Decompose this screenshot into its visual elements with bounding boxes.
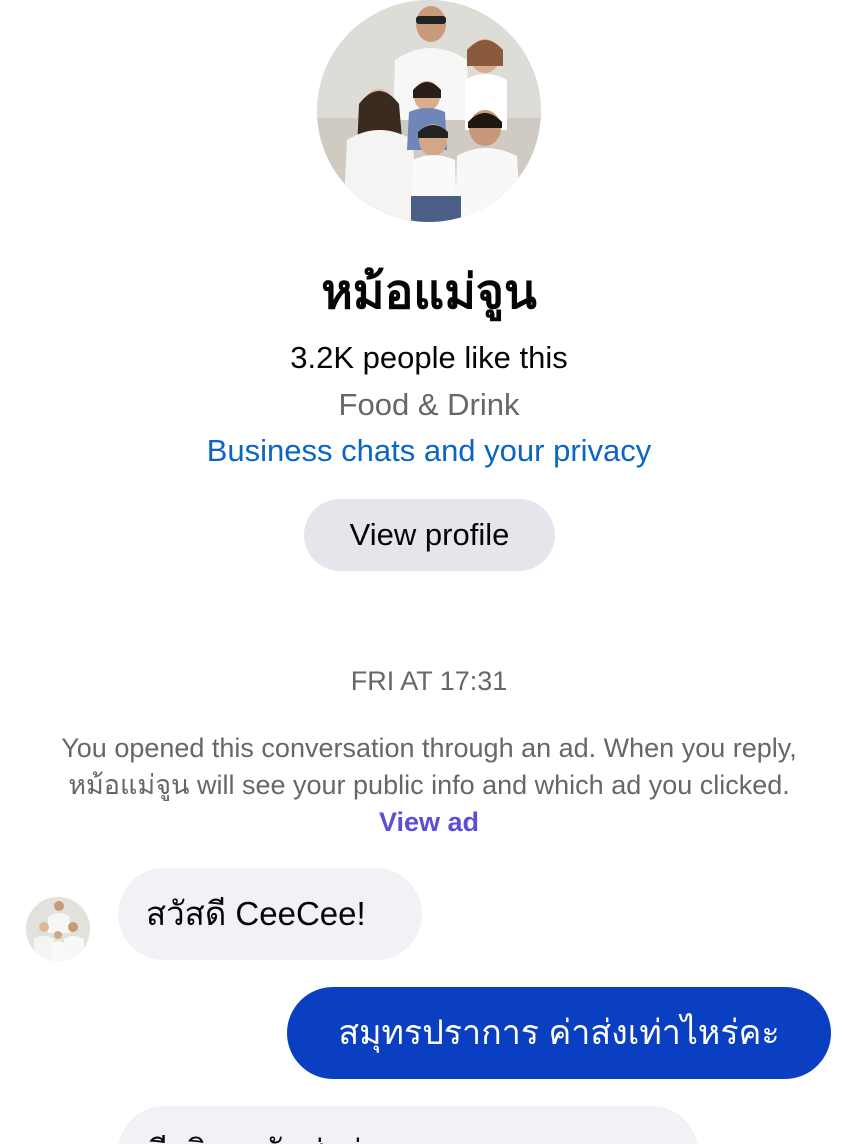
ad-notice-text: You opened this conversation through an … — [61, 733, 797, 800]
messenger-chat-screen: หม้อแม่จูน 3.2K people like this Food & … — [0, 0, 858, 1144]
view-profile-button[interactable]: View profile — [304, 499, 555, 571]
view-ad-link[interactable]: View ad — [379, 807, 479, 837]
outgoing-message-bubble[interactable]: สมุทรปราการ ค่าส่งเท่าไหร่คะ — [287, 987, 831, 1079]
page-avatar-icon[interactable] — [317, 0, 541, 222]
sender-avatar-icon[interactable] — [26, 897, 90, 961]
ad-notice: You opened this conversation through an … — [40, 730, 818, 841]
incoming-message-bubble[interactable]: สวัสดี CeeCee! — [118, 868, 422, 960]
family-photo-avatar-icon — [317, 0, 541, 222]
business-privacy-link[interactable]: Business chats and your privacy — [0, 431, 858, 471]
likes-count: 3.2K people like this — [290, 340, 568, 375]
family-photo-avatar-small-icon — [26, 897, 90, 961]
page-title: หม้อแม่จูน — [321, 266, 537, 319]
incoming-message-bubble[interactable]: มีบริการจัดส่งค่ะ — [118, 1106, 698, 1144]
message-timestamp: FRI AT 17:31 — [350, 666, 508, 696]
page-category: Food & Drink — [338, 387, 520, 422]
